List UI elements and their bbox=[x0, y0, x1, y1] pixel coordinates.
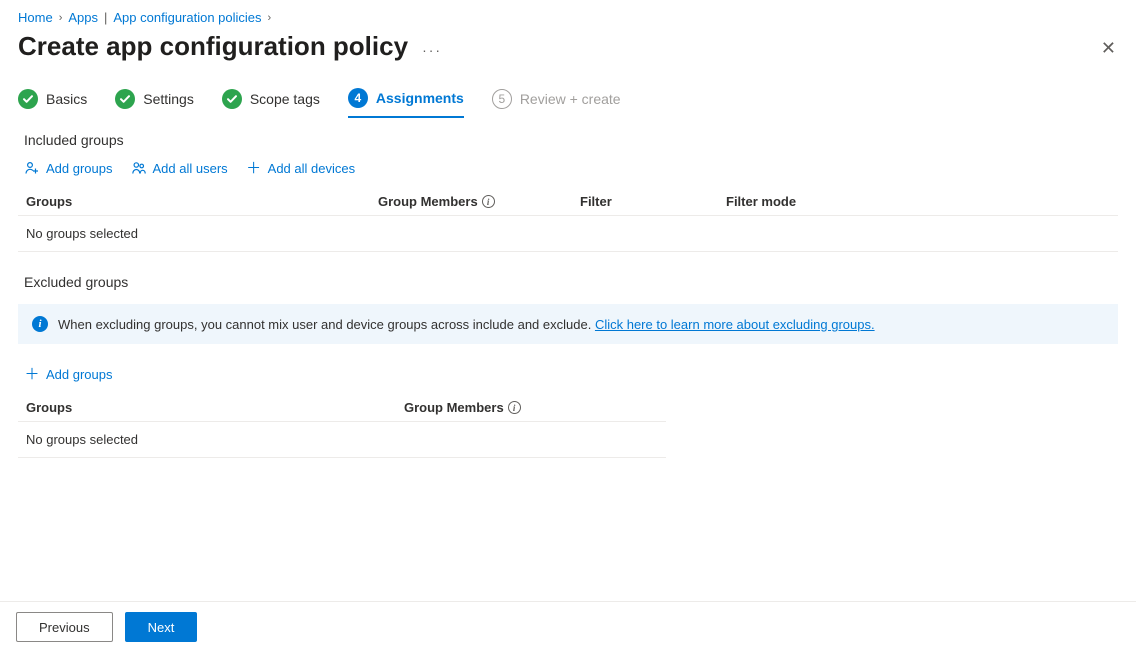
col-header-group-members: Group Members i bbox=[378, 194, 580, 209]
add-all-users-label: Add all users bbox=[153, 161, 228, 176]
tab-review-create: 5 Review + create bbox=[492, 89, 621, 117]
excluded-add-groups-button[interactable]: ＋ Add groups bbox=[24, 366, 113, 382]
breadcrumb-app-config-policies[interactable]: App configuration policies bbox=[113, 10, 261, 25]
tab-scope-tags[interactable]: Scope tags bbox=[222, 89, 320, 117]
people-icon bbox=[131, 160, 147, 176]
tab-basics[interactable]: Basics bbox=[18, 89, 87, 117]
excluded-groups-table: Groups Group Members i No groups selecte… bbox=[18, 394, 1118, 458]
add-all-devices-label: Add all devices bbox=[268, 161, 355, 176]
footer: Previous Next bbox=[0, 601, 1136, 652]
step-number-icon: 4 bbox=[348, 88, 368, 108]
plus-icon: ＋ bbox=[24, 366, 40, 382]
chevron-right-icon: › bbox=[268, 12, 272, 24]
col-header-filter-mode: Filter mode bbox=[726, 194, 1110, 209]
step-number-icon: 5 bbox=[492, 89, 512, 109]
info-icon: i bbox=[32, 316, 48, 332]
add-all-users-button[interactable]: Add all users bbox=[131, 160, 228, 176]
more-menu-button[interactable]: ··· bbox=[422, 42, 442, 58]
tab-assignments[interactable]: 4 Assignments bbox=[348, 88, 464, 118]
tab-scope-label: Scope tags bbox=[250, 91, 320, 107]
excluded-groups-heading: Excluded groups bbox=[24, 274, 1118, 290]
next-button[interactable]: Next bbox=[125, 612, 198, 642]
add-groups-label: Add groups bbox=[46, 161, 113, 176]
info-banner: i When excluding groups, you cannot mix … bbox=[18, 304, 1118, 344]
col-header-filter: Filter bbox=[580, 194, 726, 209]
tab-review-label: Review + create bbox=[520, 91, 621, 107]
breadcrumb-home[interactable]: Home bbox=[18, 10, 53, 25]
tab-basics-label: Basics bbox=[46, 91, 87, 107]
check-icon bbox=[115, 89, 135, 109]
person-add-icon bbox=[24, 160, 40, 176]
chevron-right-icon: › bbox=[59, 12, 63, 24]
included-groups-table: Groups Group Members i Filter Filter mod… bbox=[18, 188, 1118, 252]
info-icon[interactable]: i bbox=[482, 195, 495, 208]
add-groups-button[interactable]: Add groups bbox=[24, 160, 113, 176]
col-header-groups: Groups bbox=[26, 194, 378, 209]
add-all-devices-button[interactable]: ＋ Add all devices bbox=[246, 160, 355, 176]
excluded-add-groups-label: Add groups bbox=[46, 367, 113, 382]
breadcrumb: Home › Apps | App configuration policies… bbox=[18, 10, 1118, 25]
info-icon[interactable]: i bbox=[508, 401, 521, 414]
tab-settings-label: Settings bbox=[143, 91, 194, 107]
info-banner-link[interactable]: Click here to learn more about excluding… bbox=[595, 317, 875, 332]
breadcrumb-apps[interactable]: Apps bbox=[68, 10, 98, 25]
col-header-groups: Groups bbox=[26, 400, 404, 415]
tab-settings[interactable]: Settings bbox=[115, 89, 194, 117]
check-icon bbox=[18, 89, 38, 109]
col-header-group-members: Group Members i bbox=[404, 400, 658, 415]
close-icon[interactable]: ✕ bbox=[1101, 34, 1118, 59]
wizard-steps: Basics Settings Scope tags 4 Assignments… bbox=[18, 88, 1118, 118]
included-groups-heading: Included groups bbox=[24, 132, 1118, 148]
table-row-empty: No groups selected bbox=[18, 216, 1118, 252]
page-title: Create app configuration policy bbox=[18, 31, 408, 62]
previous-button[interactable]: Previous bbox=[16, 612, 113, 642]
tab-assignments-label: Assignments bbox=[376, 90, 464, 106]
table-row-empty: No groups selected bbox=[18, 422, 666, 458]
check-icon bbox=[222, 89, 242, 109]
plus-icon: ＋ bbox=[246, 160, 262, 176]
info-banner-text: When excluding groups, you cannot mix us… bbox=[58, 317, 875, 332]
